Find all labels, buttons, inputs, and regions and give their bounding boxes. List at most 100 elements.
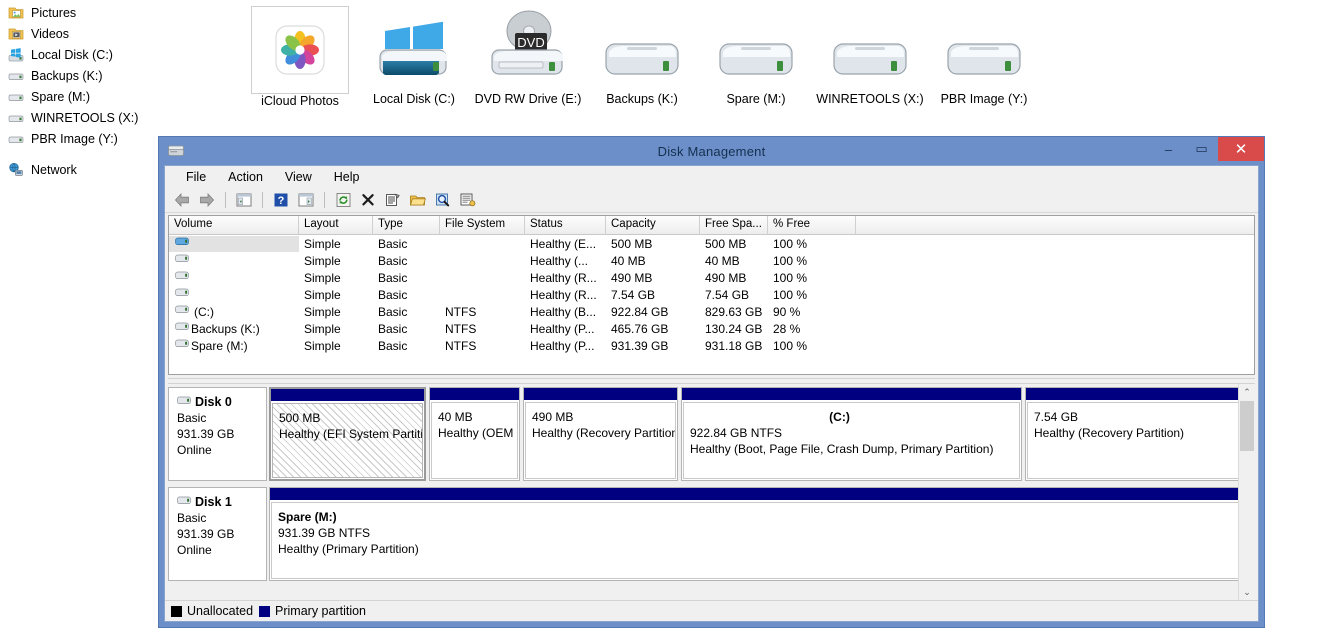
partition-body: 500 MB Healthy (EFI System Partitio: [272, 403, 423, 478]
drive-icon: [594, 6, 690, 92]
cell-layout: Simple: [299, 271, 373, 285]
show-hide-console-tree-icon[interactable]: [233, 190, 255, 210]
legend-label: Unallocated: [187, 604, 253, 618]
menu-help[interactable]: Help: [323, 168, 371, 186]
drive-icon-grid: iCloud Photos Loca: [225, 0, 1319, 109]
maximize-icon: ▭: [1195, 141, 1207, 157]
partition-spare-m[interactable]: Spare (M:) 931.39 GB NTFS Healthy (Prima…: [269, 487, 1247, 581]
cell-capacity: 465.76 GB: [606, 322, 700, 336]
rescan-disks-icon[interactable]: [432, 190, 454, 210]
cell-percent-free: 90 %: [768, 305, 856, 319]
partition-color-bar: [682, 388, 1021, 401]
refresh-icon[interactable]: [332, 190, 354, 210]
table-row[interactable]: Spare (M:) Simple Basic NTFS Healthy (P.…: [169, 337, 1254, 354]
minimize-button[interactable]: –: [1152, 137, 1185, 161]
cell-type: Basic: [373, 254, 440, 268]
cell-status: Healthy (B...: [525, 305, 606, 319]
table-row[interactable]: Simple Basic Healthy (... 40 MB 40 MB 10…: [169, 252, 1254, 269]
menu-view[interactable]: View: [274, 168, 323, 186]
primary-partition-swatch: [259, 606, 270, 617]
scroll-down-arrow[interactable]: ⌄: [1239, 584, 1255, 600]
drive-icon: [8, 68, 24, 84]
column-header-filler: [856, 216, 1254, 234]
help-icon[interactable]: ?: [270, 190, 292, 210]
drive-item-icloud-photos[interactable]: iCloud Photos: [243, 6, 357, 109]
drive-item-spare-m[interactable]: Spare (M:): [699, 6, 813, 107]
cell-percent-free: 28 %: [768, 322, 856, 336]
drive-item-backups-k[interactable]: Backups (K:): [585, 6, 699, 107]
sidebar-item-pictures[interactable]: Pictures: [0, 2, 225, 23]
legend-item-primary-partition: Primary partition: [259, 604, 366, 618]
table-row[interactable]: Simple Basic Healthy (E... 500 MB 500 MB…: [169, 235, 1254, 252]
partition-efi[interactable]: 500 MB Healthy (EFI System Partitio: [269, 387, 426, 481]
column-header-status[interactable]: Status: [525, 216, 606, 234]
open-icon[interactable]: [407, 190, 429, 210]
partition-c[interactable]: (C:) 922.84 GB NTFS Healthy (Boot, Page …: [681, 387, 1022, 481]
delete-icon[interactable]: [357, 190, 379, 210]
table-row[interactable]: Simple Basic Healthy (R... 7.54 GB 7.54 …: [169, 286, 1254, 303]
menu-file[interactable]: File: [175, 168, 217, 186]
close-button[interactable]: ✕: [1218, 137, 1264, 161]
sidebar-item-videos[interactable]: Videos: [0, 23, 225, 44]
sidebar-item-label: PBR Image (Y:): [31, 132, 118, 146]
back-icon[interactable]: [171, 190, 193, 210]
column-header-type[interactable]: Type: [373, 216, 440, 234]
disk-row-disk-0[interactable]: Disk 0 Basic 931.39 GB Online 500 MB: [168, 387, 1255, 481]
sidebar-item-backups-k[interactable]: Backups (K:): [0, 65, 225, 86]
disk-info-disk-1[interactable]: Disk 1 Basic 931.39 GB Online: [168, 487, 267, 581]
sidebar-item-spare-m[interactable]: Spare (M:): [0, 86, 225, 107]
partition-recovery-1[interactable]: 490 MB Healthy (Recovery Partition: [523, 387, 678, 481]
column-header-percent-free[interactable]: % Free: [768, 216, 856, 234]
partition-recovery-2[interactable]: 7.54 GB Healthy (Recovery Partition): [1025, 387, 1252, 481]
graph-pane-scrollbar[interactable]: ⌃ ⌄: [1238, 384, 1255, 600]
forward-icon[interactable]: [196, 190, 218, 210]
cell-free-space: 931.18 GB: [700, 339, 768, 353]
scrollbar-thumb[interactable]: [1240, 401, 1254, 451]
drive-item-local-disk-c[interactable]: Local Disk (C:): [357, 6, 471, 107]
table-row[interactable]: Simple Basic Healthy (R... 490 MB 490 MB…: [169, 269, 1254, 286]
partition-oem[interactable]: 40 MB Healthy (OEM: [429, 387, 520, 481]
drive-icon: [708, 6, 804, 92]
partition-status: Healthy (OEM: [438, 425, 517, 441]
sidebar-item-local-disk-c[interactable]: Local Disk (C:): [0, 44, 225, 65]
drive-item-pbr-image-y[interactable]: PBR Image (Y:): [927, 6, 1041, 107]
window-titlebar[interactable]: Disk Management – ▭ ✕: [159, 137, 1264, 165]
cell-status: Healthy (P...: [525, 339, 606, 353]
cell-type: Basic: [373, 339, 440, 353]
minimize-icon: –: [1165, 142, 1172, 157]
show-hide-action-pane-icon[interactable]: [295, 190, 317, 210]
scroll-up-arrow[interactable]: ⌃: [1239, 384, 1255, 400]
column-header-free-space[interactable]: Free Spa...: [700, 216, 768, 234]
properties-icon[interactable]: [382, 190, 404, 210]
windows-drive-icon: [366, 6, 462, 92]
cell-type: Basic: [373, 288, 440, 302]
column-header-volume[interactable]: Volume: [169, 216, 299, 234]
drive-item-winretools-x[interactable]: WINRETOOLS (X:): [813, 6, 927, 107]
dvd-drive-icon: DVD: [480, 6, 576, 92]
drive-item-label: DVD RW Drive (E:): [473, 92, 583, 107]
all-tasks-icon[interactable]: [457, 190, 479, 210]
partition-label: (C:): [690, 409, 1019, 425]
table-row[interactable]: Backups (K:) Simple Basic NTFS Healthy (…: [169, 320, 1254, 337]
column-header-layout[interactable]: Layout: [299, 216, 373, 234]
sidebar-item-label: Backups (K:): [31, 69, 103, 83]
column-header-file-system[interactable]: File System: [440, 216, 525, 234]
maximize-button[interactable]: ▭: [1185, 137, 1218, 161]
partition-size: 931.39 GB NTFS: [278, 525, 1244, 541]
cell-volume: Backups (K:): [191, 322, 260, 336]
drive-icon: [822, 6, 918, 92]
sidebar-item-label: WINRETOOLS (X:): [31, 111, 138, 125]
drive-icon: [175, 304, 189, 320]
partition-status: Healthy (Recovery Partition: [532, 425, 675, 441]
menu-action[interactable]: Action: [217, 168, 274, 186]
cell-status: Healthy (R...: [525, 271, 606, 285]
cell-free-space: 829.63 GB: [700, 305, 768, 319]
volume-list[interactable]: Volume Layout Type File System Status Ca…: [168, 215, 1255, 375]
disk-info-disk-0[interactable]: Disk 0 Basic 931.39 GB Online: [168, 387, 267, 481]
sidebar-item-winretools-x[interactable]: WINRETOOLS (X:): [0, 107, 225, 128]
drive-item-dvd-rw-drive-e[interactable]: DVD DVD RW Drive (E:): [471, 6, 585, 107]
disk-row-disk-1[interactable]: Disk 1 Basic 931.39 GB Online Spare (M:)…: [168, 487, 1255, 581]
column-header-capacity[interactable]: Capacity: [606, 216, 700, 234]
table-row[interactable]: (C:) Simple Basic NTFS Healthy (B... 922…: [169, 303, 1254, 320]
drive-icon: [175, 236, 189, 252]
